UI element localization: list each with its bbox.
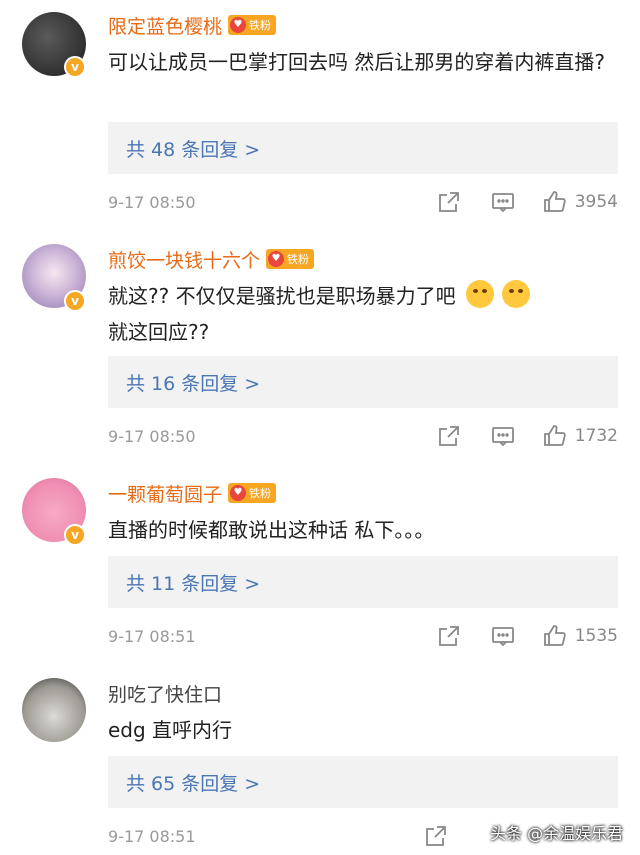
name-row: 煎饺一块钱十六个 ♥ 铁粉 (108, 244, 315, 274)
fan-badge-label: 铁粉 (287, 253, 310, 266)
meta-row: 9-17 08:50 3954 (108, 188, 618, 216)
share-icon[interactable] (437, 190, 461, 214)
meta-row: 9-17 08:51 1535 (108, 622, 618, 650)
timestamp: 9-17 08:50 (108, 426, 196, 446)
username[interactable]: 一颗葡萄圆子 (108, 480, 222, 507)
share-icon[interactable] (437, 624, 461, 648)
action-bar: 1535 (437, 624, 618, 648)
action-bar: 1732 (437, 424, 618, 448)
share-icon[interactable] (424, 824, 448, 848)
reply-link[interactable]: 共 16 条回复 > (108, 356, 618, 408)
name-row: 限定蓝色樱桃 ♥ 铁粉 (108, 10, 277, 40)
comment-text: 就这?? 不仅仅是骚扰也是职场暴力了吧 就这回应?? (108, 278, 618, 350)
action-bar: 3954 (437, 190, 618, 214)
heart-fan-icon: ♥ (230, 17, 247, 33)
username[interactable]: 煎饺一块钱十六个 (108, 246, 260, 273)
avatar[interactable] (22, 678, 86, 742)
reply-link[interactable]: 共 11 条回复 > (108, 556, 618, 608)
verified-icon: v (64, 56, 86, 78)
comment-text: 可以让成员一巴掌打回去吗 然后让那男的穿着内裤直播? (108, 50, 605, 74)
timestamp: 9-17 08:51 (108, 826, 196, 846)
comment-text: edg 直呼内行 (108, 718, 233, 742)
like-count: 1732 (574, 426, 618, 446)
timestamp: 9-17 08:51 (108, 626, 196, 646)
heart-fan-icon: ♥ (230, 485, 247, 501)
verified-icon: v (64, 524, 86, 546)
comment-icon[interactable] (491, 190, 515, 214)
sweat-smile-emoji-icon (465, 280, 494, 308)
fan-badge: ♥ 铁粉 (228, 15, 277, 35)
reply-link[interactable]: 共 48 条回复 > (108, 122, 618, 174)
comment-icon[interactable] (491, 424, 515, 448)
like-icon[interactable] (543, 190, 567, 214)
like-count: 3954 (574, 192, 618, 212)
username[interactable]: 限定蓝色樱桃 (108, 12, 222, 39)
reply-link[interactable]: 共 65 条回复 > (108, 756, 618, 808)
share-icon[interactable] (437, 424, 461, 448)
comment-text-line: 就这?? 不仅仅是骚扰也是职场暴力了吧 (108, 284, 456, 308)
action-bar (424, 824, 478, 848)
like-icon[interactable] (543, 424, 567, 448)
like-icon[interactable] (543, 624, 567, 648)
comment-text: 直播的时候都敢说出这种话 私下。。。 (108, 518, 435, 542)
name-row: 一颗葡萄圆子 ♥ 铁粉 (108, 478, 277, 508)
comment-text-line: 就这回应?? (108, 320, 210, 344)
like-count: 1535 (574, 626, 618, 646)
heart-fan-icon: ♥ (268, 251, 285, 267)
meta-row: 9-17 08:50 1732 (108, 422, 618, 450)
timestamp: 9-17 08:50 (108, 192, 196, 212)
comment-icon[interactable] (491, 624, 515, 648)
fan-badge-label: 铁粉 (249, 487, 272, 500)
fan-badge: ♥ 铁粉 (228, 483, 277, 503)
watermark: 头条 @余温娱乐君 (490, 824, 624, 843)
sweat-smile-emoji-icon (501, 280, 530, 308)
username[interactable]: 别吃了快住口 (108, 680, 222, 707)
fan-badge-label: 铁粉 (249, 19, 272, 32)
fan-badge: ♥ 铁粉 (266, 249, 315, 269)
verified-icon: v (64, 290, 86, 312)
name-row: 别吃了快住口 (108, 678, 222, 708)
